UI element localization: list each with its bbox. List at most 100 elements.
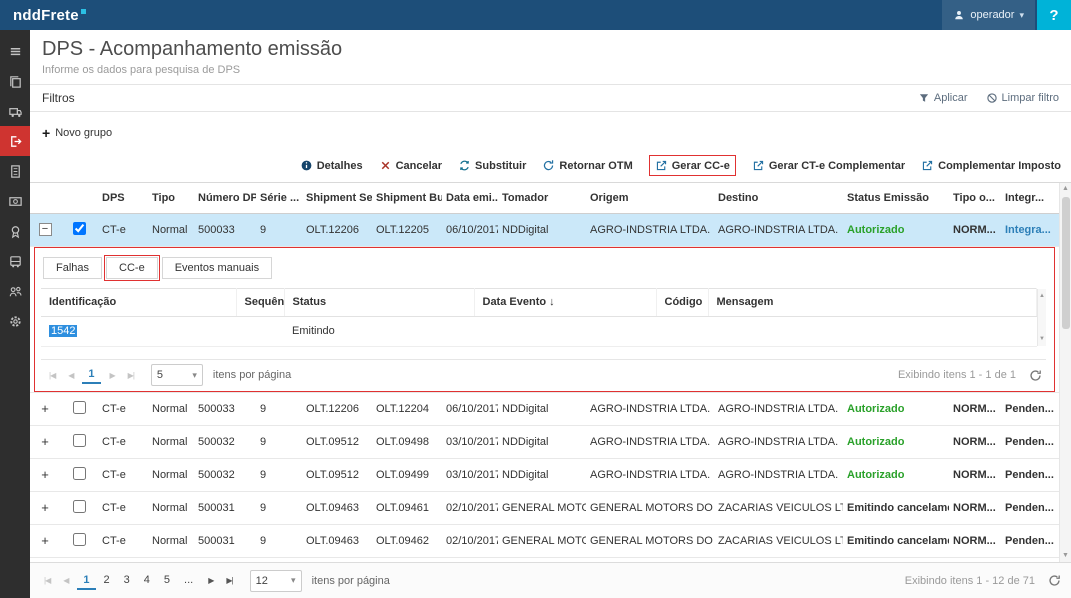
pager-prev-button[interactable] [64,371,77,380]
generate-cte-complementar-button[interactable]: Gerar CT-e Complementar [752,159,905,172]
pager-page-...[interactable]: ... [178,572,199,589]
column-header-origem[interactable]: Origem [586,183,714,213]
user-menu[interactable]: operador [942,0,1035,30]
sidebar-item-emission[interactable] [0,126,30,156]
row-checkbox[interactable] [73,500,86,513]
column-codigo[interactable]: Código [656,288,708,316]
cell-integracao: Penden... [1001,491,1059,524]
generate-cce-button[interactable]: Gerar CC-e [649,155,736,176]
column-header-status-emiss-o[interactable]: Status Emissão [843,183,949,213]
table-row[interactable]: CT-eNormal5000329OLT.09512OLT.0949903/10… [30,458,1059,491]
row-checkbox[interactable] [73,222,86,235]
cell-tipo-operacao: NORM... [949,425,1001,458]
pager-first-button[interactable] [45,371,59,380]
column-identificacao[interactable]: Identificação [41,288,236,316]
vertical-scrollbar[interactable] [1059,183,1071,562]
pager-last-button[interactable] [222,576,236,585]
collapse-row-button[interactable] [39,223,52,236]
tab-falhas[interactable]: Falhas [43,257,102,279]
cell-dps: CT-e [98,425,148,458]
column-header-data-emi[interactable]: Data emi... [442,183,498,213]
column-header-integr[interactable]: Integr... [1001,183,1059,213]
tab-cc-e[interactable]: CC-e [106,257,158,279]
cell-destino: AGRO-INDSTRIA LTDA. [714,392,843,425]
column-header-dps[interactable]: DPS [98,183,148,213]
column-data-evento[interactable]: Data Evento ↓ [474,288,656,316]
pager-page-1[interactable]: 1 [82,366,100,384]
new-group-button[interactable]: Novo grupo [42,125,112,141]
expand-row-button[interactable] [39,401,52,416]
apply-filter-button[interactable]: Aplicar [918,92,968,104]
scroll-down-icon[interactable] [1039,333,1045,345]
column-header-shipment-sell[interactable]: Shipment Sell [302,183,372,213]
scroll-down-icon[interactable] [1062,550,1069,562]
column-header-s-rie[interactable]: Série ... [256,183,302,213]
replace-button[interactable]: Substituir [458,159,526,172]
return-otm-button[interactable]: Retornar OTM [542,159,632,172]
pager-page-1[interactable]: 1 [77,572,95,590]
pager-next-button[interactable] [204,576,217,585]
pager-page-5[interactable]: 5 [158,572,176,589]
page-size-select[interactable]: 5 [151,364,203,386]
pager-page-2[interactable]: 2 [98,572,116,589]
tab-eventos-manuais[interactable]: Eventos manuais [162,257,272,279]
refresh-icon[interactable] [1048,574,1061,587]
table-row[interactable]: CT-eNormal5000319OLT.09463OLT.0946102/10… [30,491,1059,524]
pager-page-3[interactable]: 3 [118,572,136,589]
pager-next-button[interactable] [106,371,119,380]
column-header-destino[interactable]: Destino [714,183,843,213]
pager-last-button[interactable] [124,371,138,380]
table-row[interactable]: CT-eNormal5000339OLT.12206OLT.1220406/10… [30,392,1059,425]
table-row-selected[interactable]: CT-e Normal 500033 9 OLT.12206 OLT.12205… [30,213,1059,246]
scroll-up-icon[interactable] [1039,290,1045,302]
per-page-label: itens por página [213,369,291,381]
column-header-tipo[interactable]: Tipo [148,183,194,213]
pager-first-button[interactable] [40,576,54,585]
clear-filter-button[interactable]: Limpar filtro [986,92,1059,104]
details-button[interactable]: Detalhes [300,159,363,172]
sidebar-item-fleet[interactable] [0,246,30,276]
main-content: DPS - Acompanhamento emissão Informe os … [30,30,1071,598]
row-checkbox[interactable] [73,467,86,480]
events-grid-scrollbar[interactable] [1037,289,1046,346]
sidebar-item-certificate[interactable] [0,216,30,246]
cell-status-emissao: Emitindo cancelamen... [843,491,949,524]
table-row[interactable]: CT-eNormal5000329OLT.09512OLT.0949803/10… [30,425,1059,458]
row-checkbox[interactable] [73,533,86,546]
column-status[interactable]: Status [284,288,474,316]
sidebar-item-truck[interactable] [0,96,30,126]
pager-page-4[interactable]: 4 [138,572,156,589]
column-header-n-mero-dps[interactable]: Número DPS [194,183,256,213]
table-row[interactable]: CT-eNormal5000319OLT.09463OLT.0946202/10… [30,524,1059,557]
pager-prev-button[interactable] [59,576,72,585]
scrollbar-thumb[interactable] [1062,197,1070,329]
sidebar-item-users[interactable] [0,276,30,306]
help-button[interactable]: ? [1037,0,1071,30]
scroll-up-icon[interactable] [1062,183,1069,195]
column-header-shipment-buy[interactable]: Shipment Buy [372,183,442,213]
page-subtitle: Informe os dados para pesquisa de DPS [42,64,1059,76]
expand-row-button[interactable] [39,500,52,515]
column-header-tomador[interactable]: Tomador [498,183,586,213]
sidebar-item-copy[interactable] [0,66,30,96]
complementar-imposto-button[interactable]: Complementar Imposto [921,159,1061,172]
cell-shipment-sell: OLT.09512 [302,425,372,458]
cell-data-emissao: 03/10/2017 [442,458,498,491]
cancel-button[interactable]: Cancelar [379,159,442,172]
page-size-select[interactable]: 12 [250,570,302,592]
expand-row-button[interactable] [39,467,52,482]
column-sequencia[interactable]: Sequên... [236,288,284,316]
expand-row-button[interactable] [39,434,52,449]
refresh-icon[interactable] [1029,369,1042,382]
sidebar-item-settings[interactable] [0,306,30,336]
expand-row-button[interactable] [39,533,52,548]
column-mensagem[interactable]: Mensagem [708,288,1037,316]
column-header-tipo-o[interactable]: Tipo o... [949,183,1001,213]
sidebar-item-document[interactable] [0,156,30,186]
row-checkbox[interactable] [73,401,86,414]
row-checkbox[interactable] [73,434,86,447]
cell-tipo: Normal [148,458,194,491]
events-grid-row[interactable]: 1542 Emitindo [41,316,1037,346]
sidebar-item-billing[interactable] [0,186,30,216]
sidebar-item-menu[interactable] [0,36,30,66]
